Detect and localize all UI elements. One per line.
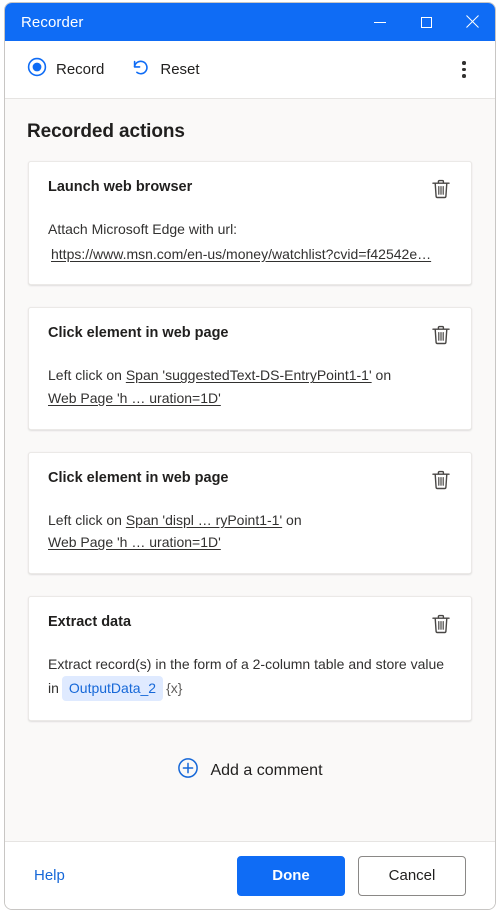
- action-description: Extract record(s) in the form of a 2-col…: [48, 653, 452, 702]
- action-text: on: [375, 367, 392, 384]
- action-card[interactable]: Extract data Extract record(s) in the fo…: [28, 596, 472, 722]
- done-button[interactable]: Done: [237, 855, 345, 896]
- more-vertical-icon: [462, 61, 466, 65]
- cancel-button[interactable]: Cancel: [358, 855, 466, 896]
- title-bar: Recorder: [5, 3, 495, 41]
- action-title: Click element in web page: [48, 325, 229, 342]
- action-page-link[interactable]: Web Page 'h … uration=1D': [48, 390, 221, 406]
- action-text: Left click on: [48, 511, 122, 528]
- minimize-button[interactable]: [357, 3, 403, 41]
- delete-action-button[interactable]: [430, 468, 452, 492]
- action-text: on: [286, 511, 302, 528]
- action-card-header: Click element in web page: [48, 325, 452, 347]
- plus-circle-icon: [177, 757, 199, 784]
- add-comment-label: Add a comment: [210, 761, 323, 779]
- output-variable-chip[interactable]: OutputData_2: [61, 675, 164, 702]
- add-comment-button[interactable]: Add a comment: [5, 743, 495, 806]
- reset-button[interactable]: Reset: [124, 51, 209, 89]
- delete-action-button[interactable]: [430, 612, 452, 636]
- delete-action-button[interactable]: [430, 323, 452, 347]
- action-card[interactable]: Click element in web page Left click on …: [28, 451, 472, 575]
- action-target-link[interactable]: Span 'displ … ryPoint1-1': [126, 512, 282, 528]
- dialog-footer: Help Done Cancel: [5, 841, 495, 909]
- action-card-header: Extract data: [48, 614, 452, 636]
- action-target-link[interactable]: Span 'suggestedText-DS-EntryPoint1-1': [126, 367, 372, 383]
- recorded-actions-panel[interactable]: Recorded actions Launch web browser Atta…: [5, 99, 495, 841]
- action-card[interactable]: Launch web browser Attach Microsoft Edge…: [28, 161, 472, 286]
- delete-action-button[interactable]: [430, 177, 452, 201]
- action-description: Attach Microsoft Edge with url: https://…: [48, 218, 452, 265]
- action-card-header: Click element in web page: [48, 470, 452, 492]
- action-card-list: Launch web browser Attach Microsoft Edge…: [5, 143, 495, 722]
- action-text: Left click on: [48, 367, 122, 384]
- minimize-icon: [374, 21, 386, 23]
- help-link[interactable]: Help: [20, 861, 79, 890]
- close-button[interactable]: [449, 3, 495, 41]
- record-label: Record: [56, 61, 105, 78]
- variable-type-icon: {x}: [166, 679, 183, 696]
- more-vertical-icon: [462, 67, 466, 72]
- action-card[interactable]: Click element in web page Left click on …: [28, 307, 472, 430]
- action-url-line: https://www.msn.com/en-us/money/watchlis…: [48, 243, 452, 266]
- action-text: Attach Microsoft Edge with url:: [48, 221, 238, 237]
- reset-label: Reset: [160, 61, 200, 78]
- action-description: Left click on Span 'suggestedText-DS-Ent…: [48, 364, 452, 409]
- action-title: Launch web browser: [48, 179, 193, 195]
- window-title: Recorder: [21, 13, 84, 31]
- page-title: Recorded actions: [27, 121, 185, 142]
- maximize-button[interactable]: [403, 3, 449, 41]
- reset-icon: [130, 57, 151, 83]
- window-controls: [357, 3, 495, 41]
- action-description: Left click on Span 'displ … ryPoint1-1' …: [48, 509, 452, 554]
- more-options-button[interactable]: [447, 53, 481, 87]
- action-page-line: Web Page 'h … uration=1D': [48, 387, 452, 410]
- record-icon: [27, 57, 47, 82]
- action-title: Extract data: [48, 614, 132, 631]
- record-button[interactable]: Record: [21, 51, 114, 88]
- action-url-link[interactable]: https://www.msn.com/en-us/money/watchlis…: [51, 246, 431, 262]
- more-vertical-icon: [462, 74, 466, 78]
- action-card-header: Launch web browser: [48, 179, 452, 201]
- action-title: Click element in web page: [48, 469, 229, 486]
- maximize-icon: [420, 16, 432, 28]
- close-icon: [464, 14, 480, 30]
- recorder-window: Recorder Record Reset Recorded actions L…: [4, 2, 496, 910]
- action-page-line: Web Page 'h … uration=1D': [48, 531, 452, 554]
- toolbar: Record Reset: [5, 41, 495, 99]
- action-page-link[interactable]: Web Page 'h … uration=1D': [48, 534, 221, 550]
